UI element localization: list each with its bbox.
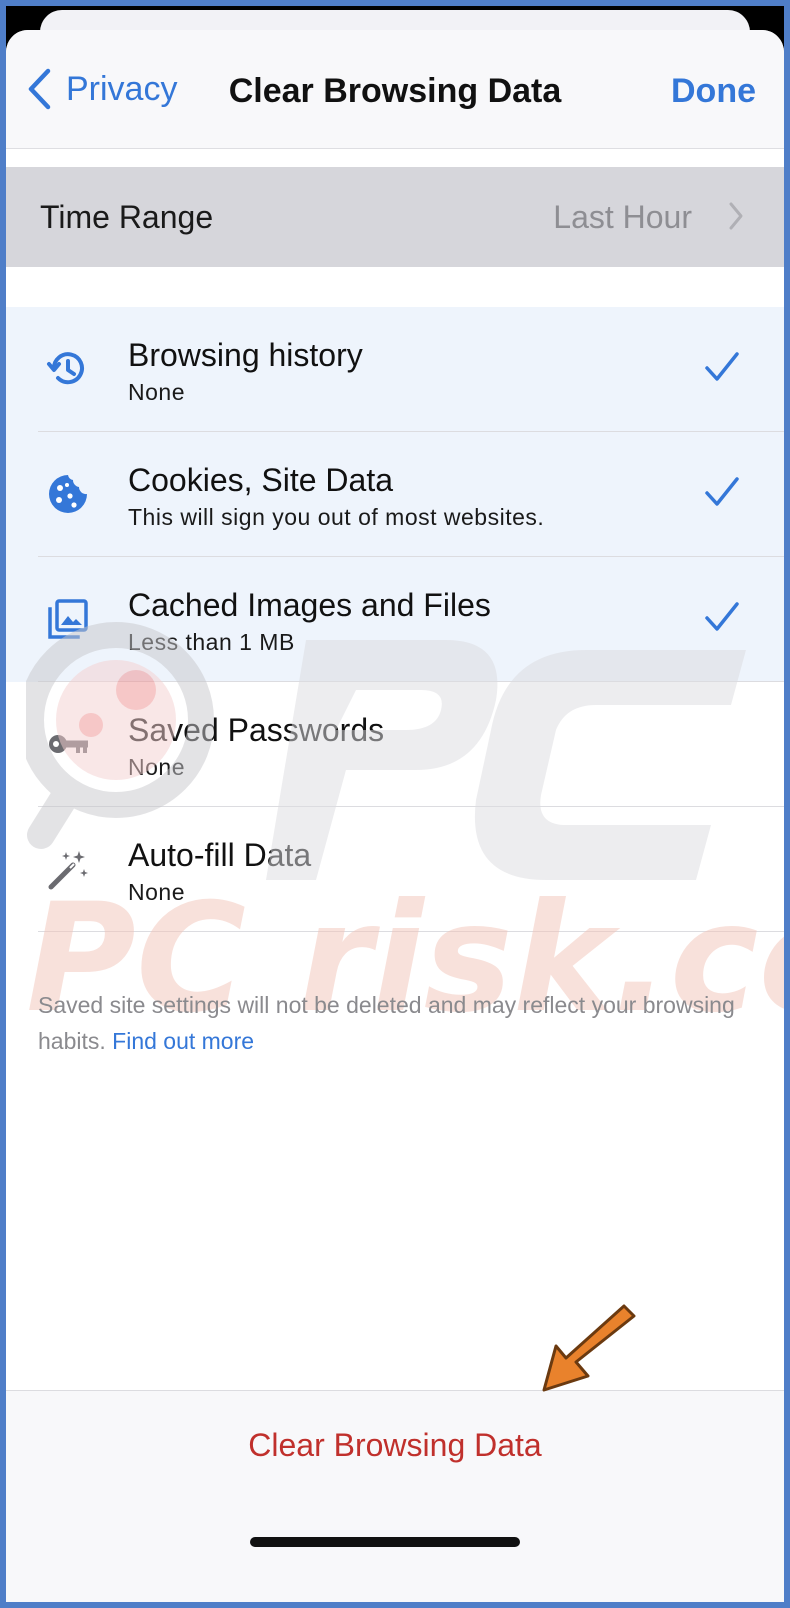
find-out-more-link[interactable]: Find out more: [112, 1028, 254, 1054]
clear-browsing-data-button[interactable]: Clear Browsing Data: [6, 1427, 784, 1464]
item-subtitle: This will sign you out of most websites.: [128, 504, 545, 530]
item-title: Cookies, Site Data: [128, 462, 394, 498]
time-range-value: Last Hour: [553, 198, 692, 235]
page-title: Clear Browsing Data: [228, 72, 562, 110]
modal-sheet: Privacy Clear Browsing Data Done Time Ra…: [6, 30, 784, 1602]
history-icon: [47, 352, 84, 385]
magic-wand-icon: [48, 851, 88, 890]
time-range-label: Time Range: [40, 198, 214, 235]
checkmark-icon: [705, 352, 739, 381]
annotation-arrow-icon: [542, 1304, 636, 1392]
cookie-icon: [49, 475, 87, 513]
chevron-right-icon: [729, 202, 743, 230]
footnote: Saved site settings will not be deleted …: [38, 987, 738, 1059]
data-type-list: Browsing history None Cookies, Site Data: [6, 307, 784, 932]
item-subtitle: None: [128, 879, 185, 905]
bottom-toolbar: Clear Browsing Data: [6, 1390, 784, 1602]
item-title: Saved Passwords: [128, 712, 385, 748]
item-title: Auto-fill Data: [128, 837, 312, 873]
list-item-saved-passwords[interactable]: Saved Passwords None: [6, 682, 784, 807]
device-frame: Privacy Clear Browsing Data Done Time Ra…: [6, 6, 784, 1602]
divider: [38, 931, 784, 932]
time-range-row[interactable]: Time Range Last Hour: [6, 167, 784, 267]
checkmark-icon: [705, 477, 739, 506]
item-title: Cached Images and Files: [128, 587, 491, 623]
list-item-cookies-site-data[interactable]: Cookies, Site Data This will sign you ou…: [6, 432, 784, 557]
home-indicator: [250, 1537, 520, 1547]
list-item-browsing-history[interactable]: Browsing history None: [6, 307, 784, 432]
item-title: Browsing history: [128, 337, 363, 373]
item-subtitle: None: [128, 379, 185, 405]
list-item-autofill-data[interactable]: Auto-fill Data None: [6, 807, 784, 932]
navigation-bar: Privacy Clear Browsing Data Done: [6, 30, 784, 149]
key-icon: [49, 735, 88, 753]
done-button[interactable]: Done: [671, 72, 756, 111]
item-subtitle: Less than 1 MB: [128, 629, 295, 655]
checkmark-icon: [705, 602, 739, 631]
image-icon: [48, 599, 88, 639]
list-item-cached-images[interactable]: Cached Images and Files Less than 1 MB: [6, 557, 784, 682]
item-subtitle: None: [128, 754, 185, 780]
